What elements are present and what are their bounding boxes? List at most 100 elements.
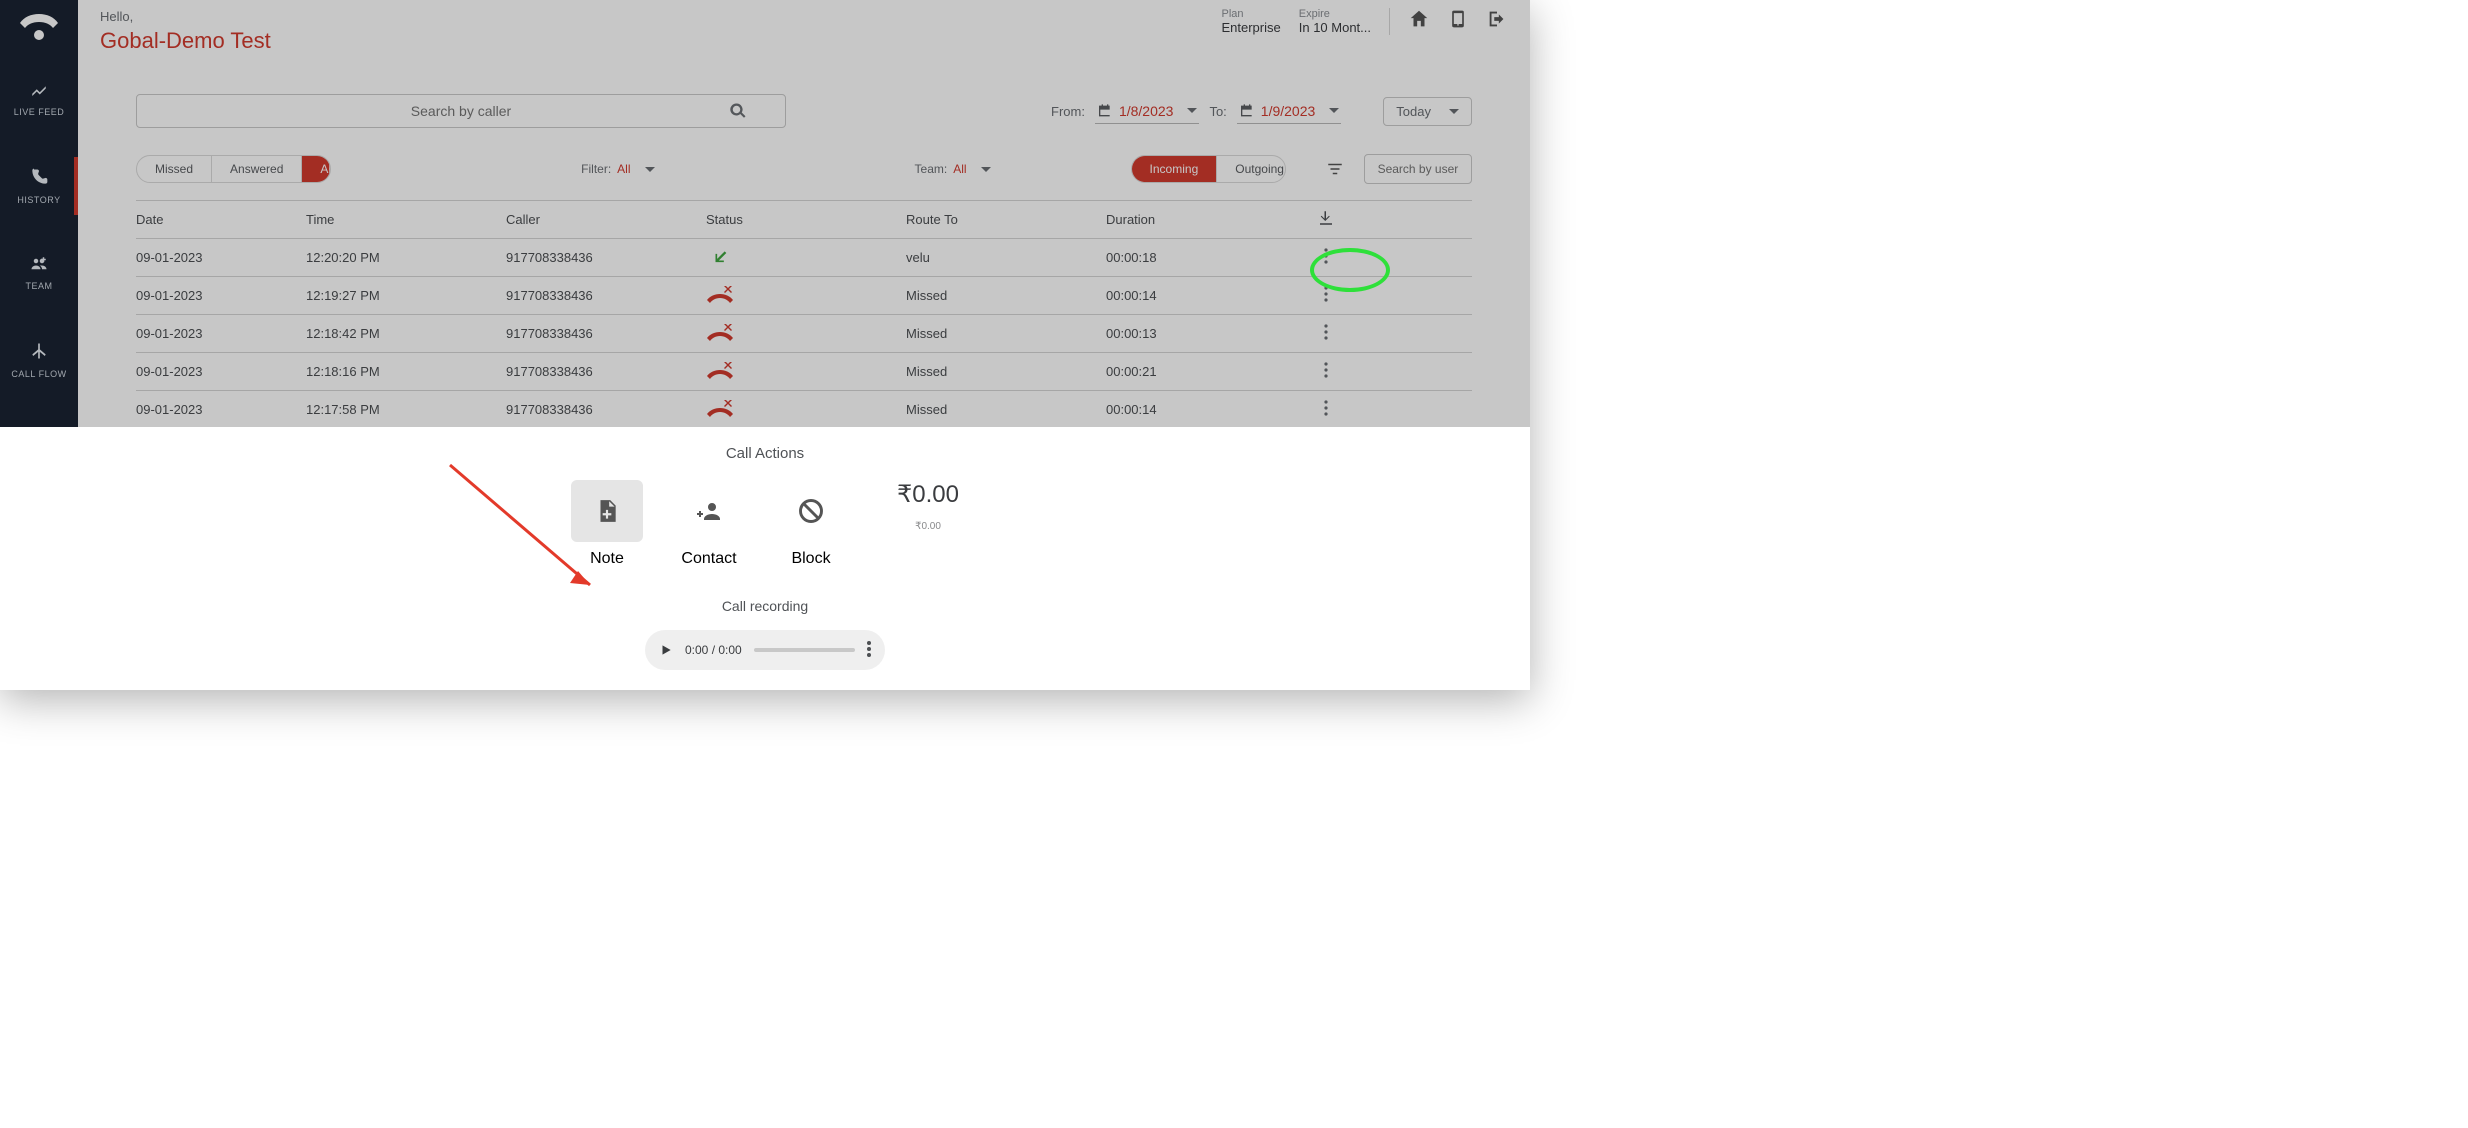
chart-line-icon: [28, 81, 50, 99]
audio-player[interactable]: 0:00 / 0:00: [645, 630, 885, 670]
range-preset-value: Today: [1396, 104, 1431, 119]
incoming-call-icon: [706, 248, 906, 268]
col-status: Status: [706, 212, 906, 227]
status-pill-group: Missed Answered All: [136, 155, 331, 183]
from-label: From:: [1051, 104, 1085, 119]
download-icon[interactable]: [1317, 209, 1335, 230]
branch-icon: [29, 341, 49, 361]
expire-label: Expire: [1299, 8, 1371, 20]
contact-button[interactable]: [673, 480, 745, 542]
team-label: Team:: [915, 162, 948, 176]
note-add-icon: [594, 498, 620, 524]
date-range: From: 1/8/2023 To: 1/9/2023 Today: [1051, 97, 1472, 126]
call-table: Date Time Caller Status Route To Duratio…: [136, 200, 1472, 429]
chevron-down-icon: [1187, 108, 1197, 113]
search-user-input[interactable]: [1368, 162, 1468, 176]
cell-duration: 00:00:13: [1106, 326, 1296, 341]
pill-outgoing[interactable]: Outgoing: [1216, 156, 1286, 182]
phone-icon: [29, 167, 49, 187]
app-logo-icon: [16, 10, 62, 45]
cell-route: Missed: [906, 364, 1106, 379]
pill-missed[interactable]: Missed: [137, 156, 211, 182]
greeting: Hello, Gobal-Demo Test: [100, 8, 271, 54]
cell-time: 12:20:20 PM: [306, 250, 506, 265]
row-menu-button[interactable]: [1324, 400, 1328, 419]
filter-label: Filter:: [581, 162, 611, 176]
calendar-icon: [1097, 103, 1113, 119]
username: Gobal-Demo Test: [100, 28, 271, 54]
chevron-down-icon[interactable]: [645, 167, 655, 172]
plan-value: Enterprise: [1221, 20, 1280, 35]
chevron-down-icon[interactable]: [981, 167, 991, 172]
logout-icon[interactable]: [1486, 8, 1508, 35]
block-button[interactable]: [775, 480, 847, 542]
search-caller-input[interactable]: [267, 103, 656, 119]
search-user-field[interactable]: [1364, 154, 1472, 184]
cell-duration: 00:00:14: [1106, 402, 1296, 417]
col-duration: Duration: [1106, 212, 1296, 227]
cell-date: 09-01-2023: [136, 250, 306, 265]
cell-time: 12:17:58 PM: [306, 402, 506, 417]
filter-bar: Missed Answered All Filter: All Team: Al…: [78, 144, 1530, 192]
missed-call-icon: [706, 286, 906, 306]
home-icon[interactable]: [1408, 8, 1430, 35]
table-row[interactable]: 09-01-202312:20:20 PM917708338436 velu00:…: [136, 239, 1472, 277]
pill-answered[interactable]: Answered: [211, 156, 301, 182]
audio-progress[interactable]: [754, 648, 855, 652]
mobile-icon[interactable]: [1448, 8, 1468, 35]
filter-value[interactable]: All: [617, 162, 630, 176]
direction-pill-group: Incoming Outgoing: [1131, 155, 1286, 183]
search-caller-field[interactable]: [136, 94, 786, 128]
table-row[interactable]: 09-01-202312:17:58 PM917708338436Missed0…: [136, 391, 1472, 429]
note-button[interactable]: [571, 480, 643, 542]
note-label: Note: [590, 550, 624, 568]
team-value[interactable]: All: [953, 162, 966, 176]
hello-text: Hello,: [100, 9, 133, 24]
pill-all[interactable]: All: [301, 156, 331, 182]
cell-time: 12:18:42 PM: [306, 326, 506, 341]
audio-menu[interactable]: [867, 641, 871, 660]
to-date-value: 1/9/2023: [1261, 103, 1316, 119]
col-date: Date: [136, 212, 306, 227]
cell-route: Missed: [906, 402, 1106, 417]
row-menu-button[interactable]: [1324, 324, 1328, 343]
table-row[interactable]: 09-01-202312:18:42 PM917708338436Missed0…: [136, 315, 1472, 353]
expire-value: In 10 Mont...: [1299, 20, 1371, 35]
cell-time: 12:18:16 PM: [306, 364, 506, 379]
table-header: Date Time Caller Status Route To Duratio…: [136, 201, 1472, 239]
cell-date: 09-01-2023: [136, 364, 306, 379]
cell-caller: 917708338436: [506, 250, 706, 265]
col-route: Route To: [906, 212, 1106, 227]
plan-box: Plan Enterprise: [1221, 8, 1280, 35]
filter-icon[interactable]: [1326, 160, 1344, 178]
row-menu-button[interactable]: [1324, 286, 1328, 305]
row-menu-button[interactable]: [1324, 362, 1328, 381]
nav-live-feed[interactable]: LIVE FEED: [0, 71, 78, 127]
cell-route: velu: [906, 250, 1106, 265]
nav-label: CALL FLOW: [11, 369, 66, 379]
pill-incoming[interactable]: Incoming: [1132, 156, 1217, 182]
play-icon[interactable]: [659, 643, 673, 657]
search-icon: [729, 102, 747, 120]
chevron-down-icon: [1329, 108, 1339, 113]
row-menu-button[interactable]: [1324, 248, 1328, 267]
audio-time: 0:00 / 0:00: [685, 643, 742, 657]
expire-box: Expire In 10 Mont...: [1299, 8, 1371, 35]
missed-call-icon: [706, 400, 906, 420]
table-row[interactable]: 09-01-202312:19:27 PM917708338436Missed0…: [136, 277, 1472, 315]
nav-team[interactable]: TEAM: [0, 245, 78, 301]
range-preset-select[interactable]: Today: [1383, 97, 1472, 126]
call-cost: ₹0.00: [897, 480, 959, 509]
cell-caller: 917708338436: [506, 288, 706, 303]
nav-label: TEAM: [25, 281, 52, 291]
nav-call-flow[interactable]: CALL FLOW: [0, 331, 78, 389]
cell-duration: 00:00:14: [1106, 288, 1296, 303]
table-row[interactable]: 09-01-202312:18:16 PM917708338436Missed0…: [136, 353, 1472, 391]
nav-history[interactable]: HISTORY: [0, 157, 78, 215]
cell-date: 09-01-2023: [136, 326, 306, 341]
to-label: To:: [1209, 104, 1226, 119]
from-date-field[interactable]: 1/8/2023: [1095, 99, 1200, 124]
from-date-value: 1/8/2023: [1119, 103, 1174, 119]
cell-duration: 00:00:18: [1106, 250, 1296, 265]
to-date-field[interactable]: 1/9/2023: [1237, 99, 1342, 124]
